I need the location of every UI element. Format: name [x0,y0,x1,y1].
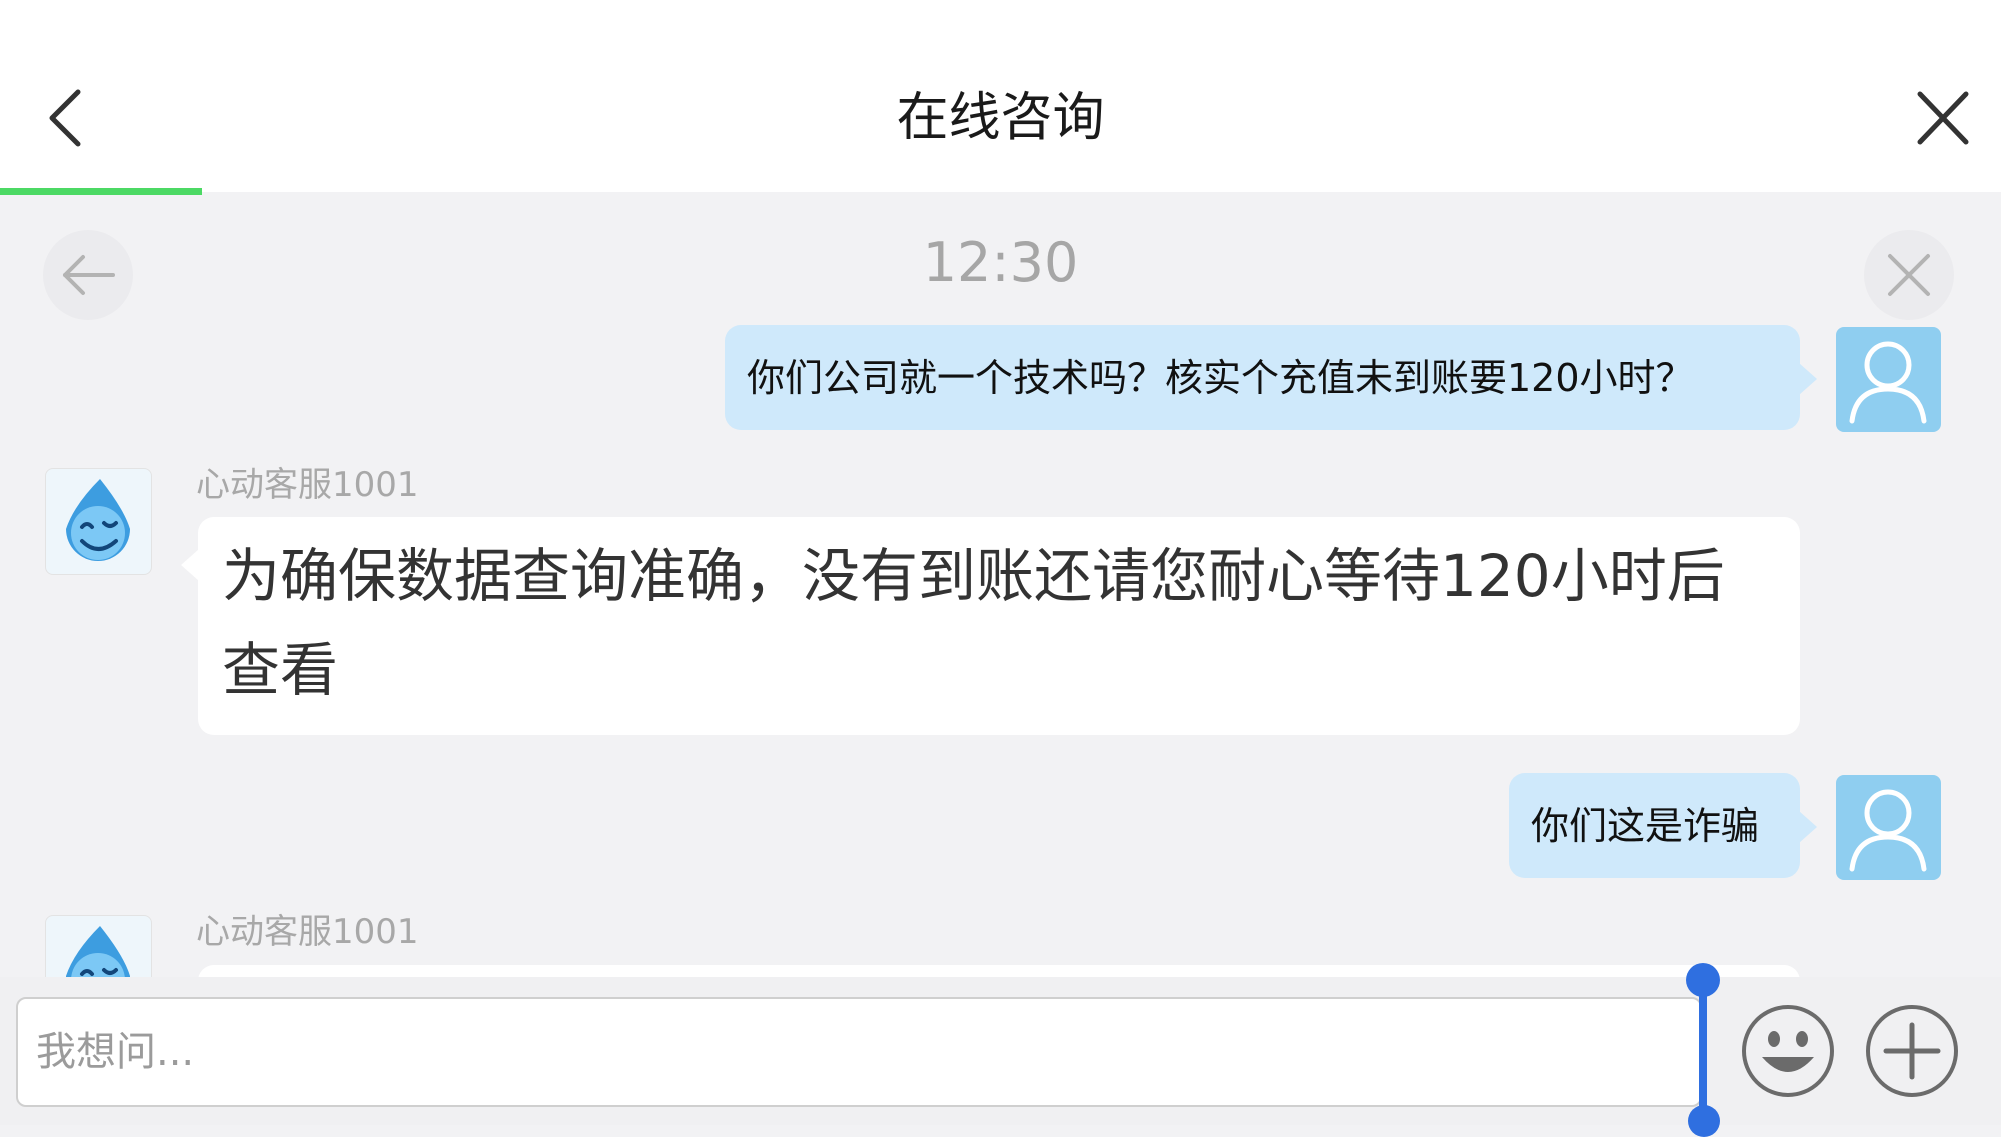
water-drop-mascot-icon [66,479,130,561]
message-text: 你们公司就一个技术吗？核实个充值未到账要120小时？ [747,356,1694,400]
person-outline-icon [1849,789,1927,872]
text-selection-handle[interactable] [1688,1105,1720,1137]
message-text: 你们这是诈骗 [1531,804,1760,848]
message-input[interactable] [18,999,1700,1105]
emoji-button[interactable] [1738,1001,1838,1101]
message-input-bar [0,963,2001,1137]
user-avatar[interactable] [1836,775,1941,880]
incoming-message-bubble[interactable] [198,965,1800,977]
user-avatar[interactable] [1836,327,1941,432]
text-selection-handle[interactable] [1686,963,1720,997]
plus-circle-icon [1866,1005,1958,1097]
incoming-message-bubble[interactable]: 为确保数据查询准确，没有到账还请您耐心等待120小时后查看 [181,517,1800,735]
page-title: 在线咨询 [896,88,1105,148]
water-drop-mascot-icon [66,926,130,977]
person-outline-icon [1849,341,1927,424]
close-button[interactable] [1912,86,1974,150]
smiley-face-icon [1742,1005,1834,1097]
agent-name-label: 心动客服1001 [196,465,419,505]
text-cursor-caret [1699,977,1707,1125]
message-input-container[interactable] [16,997,1702,1107]
more-options-button[interactable] [1862,1001,1962,1101]
message-text: 为确保数据查询准确，没有到账还请您耐心等待120小时后查看 [222,542,1725,704]
page-load-progress-bar [0,188,202,195]
top-navigation-bar: 在线咨询 [0,0,2001,195]
agent-name-label: 心动客服1001 [196,912,419,952]
message-timestamp: 12:30 [922,231,1079,294]
close-x-icon [1888,254,1930,296]
agent-avatar[interactable] [45,915,152,977]
agent-avatar[interactable] [45,468,152,575]
floating-close-button[interactable] [1864,230,1954,320]
close-x-icon [1917,91,1969,145]
outgoing-message-bubble[interactable]: 你们这是诈骗 [1509,773,1817,878]
outgoing-message-bubble[interactable]: 你们公司就一个技术吗？核实个充值未到账要120小时？ [725,325,1817,430]
chat-message-area[interactable]: 12:30 你们公司就一个技术吗？核实个充值未到账要120小时？ 心动客服100… [0,195,2001,977]
